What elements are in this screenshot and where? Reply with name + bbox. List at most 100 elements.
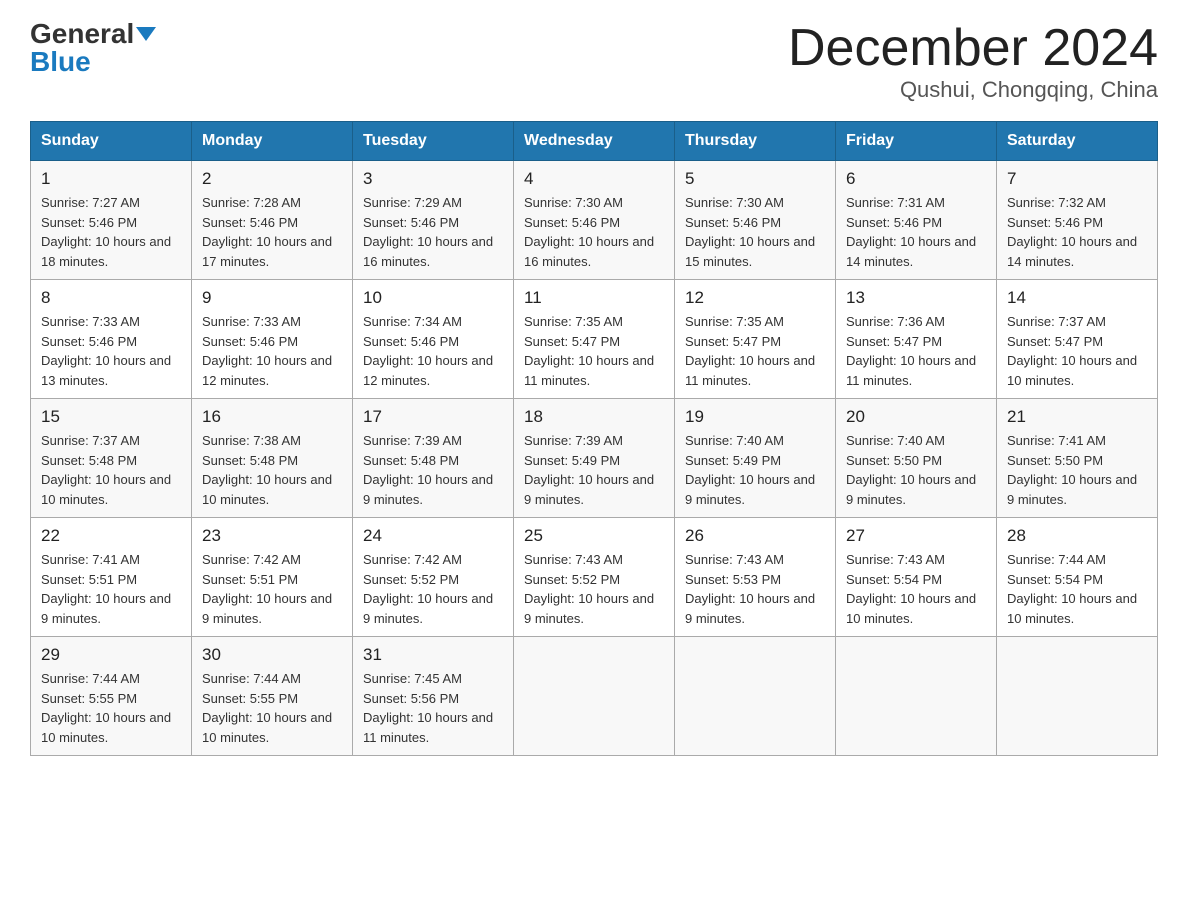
calendar-cell: 15 Sunrise: 7:37 AMSunset: 5:48 PMDayligh… — [31, 399, 192, 518]
calendar-cell: 14 Sunrise: 7:37 AMSunset: 5:47 PMDayligh… — [997, 280, 1158, 399]
calendar-cell: 27Sunrise: 7:43 AMSunset: 5:54 PMDayligh… — [836, 518, 997, 637]
calendar-header-row: SundayMondayTuesdayWednesdayThursdayFrid… — [31, 122, 1158, 161]
calendar-cell: 5 Sunrise: 7:30 AMSunset: 5:46 PMDaylight… — [675, 161, 836, 280]
calendar-cell: 28 Sunrise: 7:44 AMSunset: 5:54 PMDayligh… — [997, 518, 1158, 637]
day-number: 21 — [1007, 407, 1147, 427]
day-number: 24 — [363, 526, 503, 546]
calendar-cell: 1 Sunrise: 7:27 AMSunset: 5:46 PMDaylight… — [31, 161, 192, 280]
day-info: Sunrise: 7:40 AMSunset: 5:50 PMDaylight:… — [846, 431, 986, 509]
day-info: Sunrise: 7:45 AMSunset: 5:56 PMDaylight:… — [363, 669, 503, 747]
logo-general-label: General — [30, 18, 134, 49]
day-number: 5 — [685, 169, 825, 189]
calendar-cell: 3 Sunrise: 7:29 AMSunset: 5:46 PMDaylight… — [353, 161, 514, 280]
logo-blue-label: Blue — [30, 48, 91, 76]
calendar-week-row: 22Sunrise: 7:41 AMSunset: 5:51 PMDayligh… — [31, 518, 1158, 637]
day-number: 16 — [202, 407, 342, 427]
day-info: Sunrise: 7:44 AMSunset: 5:54 PMDaylight:… — [1007, 550, 1147, 628]
header-day-wednesday: Wednesday — [514, 122, 675, 161]
day-number: 3 — [363, 169, 503, 189]
header-day-sunday: Sunday — [31, 122, 192, 161]
month-title: December 2024 — [788, 20, 1158, 77]
calendar-cell: 26 Sunrise: 7:43 AMSunset: 5:53 PMDayligh… — [675, 518, 836, 637]
calendar-week-row: 1 Sunrise: 7:27 AMSunset: 5:46 PMDaylight… — [31, 161, 1158, 280]
calendar-cell: 30 Sunrise: 7:44 AMSunset: 5:55 PMDayligh… — [192, 637, 353, 756]
day-info: Sunrise: 7:37 AMSunset: 5:47 PMDaylight:… — [1007, 312, 1147, 390]
logo-blue-text: Blue — [30, 46, 91, 77]
day-info: Sunrise: 7:39 AMSunset: 5:48 PMDaylight:… — [363, 431, 503, 509]
calendar-cell: 19 Sunrise: 7:40 AMSunset: 5:49 PMDayligh… — [675, 399, 836, 518]
calendar-cell: 8Sunrise: 7:33 AMSunset: 5:46 PMDaylight… — [31, 280, 192, 399]
day-number: 7 — [1007, 169, 1147, 189]
day-number: 23 — [202, 526, 342, 546]
logo-arrow-icon — [136, 27, 156, 41]
day-number: 22 — [41, 526, 181, 546]
calendar-cell: 25 Sunrise: 7:43 AMSunset: 5:52 PMDayligh… — [514, 518, 675, 637]
day-info: Sunrise: 7:44 AMSunset: 5:55 PMDaylight:… — [202, 669, 342, 747]
day-info: Sunrise: 7:40 AMSunset: 5:49 PMDaylight:… — [685, 431, 825, 509]
calendar-cell: 7 Sunrise: 7:32 AMSunset: 5:46 PMDaylight… — [997, 161, 1158, 280]
day-number: 4 — [524, 169, 664, 189]
day-info: Sunrise: 7:37 AMSunset: 5:48 PMDaylight:… — [41, 431, 181, 509]
day-number: 11 — [524, 288, 664, 308]
calendar-cell: 31 Sunrise: 7:45 AMSunset: 5:56 PMDayligh… — [353, 637, 514, 756]
calendar-cell: 4 Sunrise: 7:30 AMSunset: 5:46 PMDaylight… — [514, 161, 675, 280]
header-day-monday: Monday — [192, 122, 353, 161]
calendar-week-row: 15 Sunrise: 7:37 AMSunset: 5:48 PMDayligh… — [31, 399, 1158, 518]
day-number: 30 — [202, 645, 342, 665]
calendar-cell: 24 Sunrise: 7:42 AMSunset: 5:52 PMDayligh… — [353, 518, 514, 637]
day-info: Sunrise: 7:44 AMSunset: 5:55 PMDaylight:… — [41, 669, 181, 747]
day-info: Sunrise: 7:43 AMSunset: 5:53 PMDaylight:… — [685, 550, 825, 628]
calendar-cell — [675, 637, 836, 756]
day-info: Sunrise: 7:29 AMSunset: 5:46 PMDaylight:… — [363, 193, 503, 271]
calendar-cell: 9 Sunrise: 7:33 AMSunset: 5:46 PMDaylight… — [192, 280, 353, 399]
calendar-cell: 6 Sunrise: 7:31 AMSunset: 5:46 PMDaylight… — [836, 161, 997, 280]
calendar-cell: 20Sunrise: 7:40 AMSunset: 5:50 PMDayligh… — [836, 399, 997, 518]
day-number: 12 — [685, 288, 825, 308]
calendar-cell — [836, 637, 997, 756]
logo-general-text: General — [30, 20, 156, 48]
day-info: Sunrise: 7:31 AMSunset: 5:46 PMDaylight:… — [846, 193, 986, 271]
day-number: 6 — [846, 169, 986, 189]
day-number: 1 — [41, 169, 181, 189]
day-number: 14 — [1007, 288, 1147, 308]
calendar-week-row: 29 Sunrise: 7:44 AMSunset: 5:55 PMDayligh… — [31, 637, 1158, 756]
header: General Blue December 2024 Qushui, Chong… — [30, 20, 1158, 103]
day-info: Sunrise: 7:42 AMSunset: 5:52 PMDaylight:… — [363, 550, 503, 628]
day-number: 25 — [524, 526, 664, 546]
calendar-cell: 22Sunrise: 7:41 AMSunset: 5:51 PMDayligh… — [31, 518, 192, 637]
day-info: Sunrise: 7:30 AMSunset: 5:46 PMDaylight:… — [524, 193, 664, 271]
header-day-friday: Friday — [836, 122, 997, 161]
day-number: 19 — [685, 407, 825, 427]
calendar-cell: 16 Sunrise: 7:38 AMSunset: 5:48 PMDayligh… — [192, 399, 353, 518]
day-number: 27 — [846, 526, 986, 546]
title-area: December 2024 Qushui, Chongqing, China — [788, 20, 1158, 103]
calendar-cell: 23Sunrise: 7:42 AMSunset: 5:51 PMDayligh… — [192, 518, 353, 637]
day-number: 15 — [41, 407, 181, 427]
day-number: 10 — [363, 288, 503, 308]
day-number: 18 — [524, 407, 664, 427]
calendar-cell: 13Sunrise: 7:36 AMSunset: 5:47 PMDayligh… — [836, 280, 997, 399]
day-info: Sunrise: 7:39 AMSunset: 5:49 PMDaylight:… — [524, 431, 664, 509]
day-info: Sunrise: 7:30 AMSunset: 5:46 PMDaylight:… — [685, 193, 825, 271]
day-info: Sunrise: 7:38 AMSunset: 5:48 PMDaylight:… — [202, 431, 342, 509]
day-info: Sunrise: 7:35 AMSunset: 5:47 PMDaylight:… — [524, 312, 664, 390]
calendar-cell — [514, 637, 675, 756]
calendar-cell: 12Sunrise: 7:35 AMSunset: 5:47 PMDayligh… — [675, 280, 836, 399]
header-day-thursday: Thursday — [675, 122, 836, 161]
day-number: 29 — [41, 645, 181, 665]
header-day-tuesday: Tuesday — [353, 122, 514, 161]
day-number: 13 — [846, 288, 986, 308]
calendar-cell: 21Sunrise: 7:41 AMSunset: 5:50 PMDayligh… — [997, 399, 1158, 518]
day-number: 9 — [202, 288, 342, 308]
day-number: 31 — [363, 645, 503, 665]
day-number: 26 — [685, 526, 825, 546]
day-number: 28 — [1007, 526, 1147, 546]
day-info: Sunrise: 7:32 AMSunset: 5:46 PMDaylight:… — [1007, 193, 1147, 271]
day-number: 17 — [363, 407, 503, 427]
day-info: Sunrise: 7:27 AMSunset: 5:46 PMDaylight:… — [41, 193, 181, 271]
day-info: Sunrise: 7:43 AMSunset: 5:52 PMDaylight:… — [524, 550, 664, 628]
day-info: Sunrise: 7:33 AMSunset: 5:46 PMDaylight:… — [202, 312, 342, 390]
calendar-cell: 17 Sunrise: 7:39 AMSunset: 5:48 PMDayligh… — [353, 399, 514, 518]
location-title: Qushui, Chongqing, China — [788, 77, 1158, 103]
day-info: Sunrise: 7:28 AMSunset: 5:46 PMDaylight:… — [202, 193, 342, 271]
